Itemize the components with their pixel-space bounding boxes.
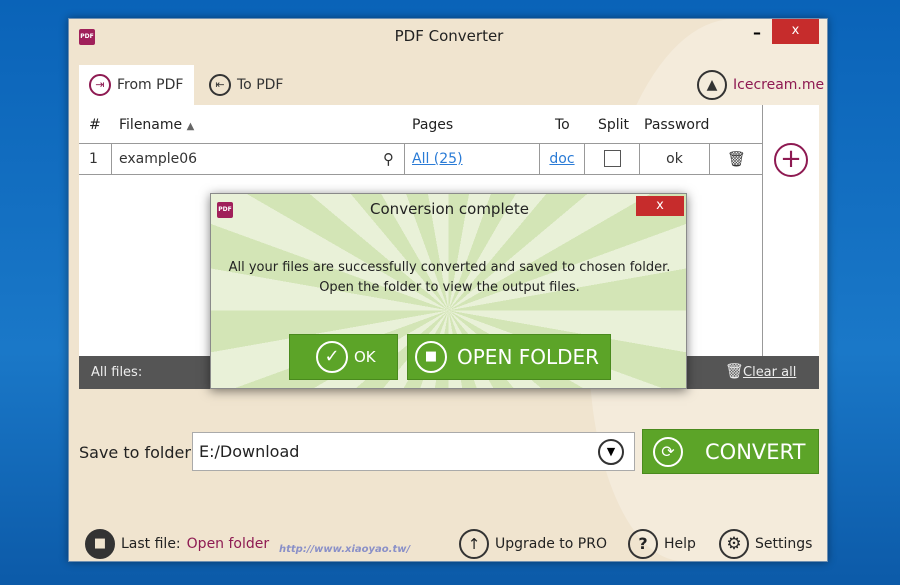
- settings-label: Settings: [755, 536, 813, 552]
- check-icon: ✓: [316, 341, 348, 373]
- pages-cell: All (25): [404, 144, 539, 174]
- upgrade-button[interactable]: ↑ Upgrade to PRO: [459, 529, 607, 559]
- save-folder-value: E:/Download: [199, 442, 300, 461]
- table-row: 1 example06 ⚲ All (25) doc ok 🗑: [79, 143, 763, 175]
- settings-button[interactable]: ⚙ Settings: [719, 529, 812, 559]
- password-cell[interactable]: ok: [639, 144, 709, 174]
- split-cell: [584, 144, 639, 174]
- dialog-title: Conversion complete: [370, 200, 529, 218]
- col-split: Split: [598, 117, 630, 133]
- convert-label: CONVERT: [705, 439, 806, 464]
- col-num: #: [89, 117, 101, 133]
- sort-asc-icon: ▲: [186, 121, 195, 132]
- conversion-dialog: PDF Conversion complete x All your files…: [210, 193, 687, 389]
- last-file-label: Last file:: [121, 536, 181, 552]
- tab-to-pdf[interactable]: ⇤ To PDF: [199, 65, 299, 105]
- all-files-label: All files:: [91, 365, 143, 380]
- last-file: ■ Last file: Open folder: [85, 529, 269, 559]
- open-folder-label: OPEN FOLDER: [457, 345, 600, 369]
- icecream-link[interactable]: ▲ Icecream.me: [687, 65, 827, 105]
- tab-from-pdf[interactable]: ⇥ From PDF: [79, 65, 194, 105]
- save-folder-label: Save to folder:: [79, 443, 197, 462]
- dialog-message-2: Open the folder to view the output files…: [319, 280, 580, 295]
- gear-icon: ⚙: [719, 529, 749, 559]
- open-folder-button[interactable]: ■ OPEN FOLDER: [407, 334, 611, 380]
- help-button[interactable]: ? Help: [628, 529, 696, 559]
- tab-label: From PDF: [117, 77, 184, 93]
- filename: example06: [119, 151, 198, 167]
- split-checkbox[interactable]: [604, 150, 621, 167]
- folder-icon: ■: [85, 529, 115, 559]
- to-cell: doc: [539, 144, 584, 174]
- close-button[interactable]: x: [772, 19, 819, 44]
- to-pdf-icon: ⇤: [209, 74, 231, 96]
- help-label: Help: [664, 536, 696, 552]
- col-filename-label: Filename: [119, 117, 183, 133]
- convert-button[interactable]: ⟳ CONVERT: [642, 429, 819, 474]
- open-last-folder-link[interactable]: Open folder: [187, 536, 269, 552]
- add-file-button[interactable]: +: [774, 143, 808, 177]
- row-num: 1: [89, 151, 98, 167]
- help-icon: ?: [628, 529, 658, 559]
- col-password: Password: [644, 117, 710, 133]
- col-pages: Pages: [412, 117, 454, 133]
- col-filename[interactable]: Filename ▲: [119, 117, 194, 133]
- window-title: PDF Converter: [394, 27, 504, 45]
- watermark: http://www.xiaoyao.tw/: [279, 544, 411, 555]
- trash-icon[interactable]: 🗑: [725, 362, 744, 380]
- trash-icon[interactable]: 🗑: [709, 144, 763, 174]
- ok-label: OK: [354, 348, 376, 366]
- brand-label: Icecream.me: [733, 77, 825, 93]
- from-pdf-icon: ⇥: [89, 74, 111, 96]
- icecream-icon: ▲: [697, 70, 727, 100]
- dialog-close-button[interactable]: x: [636, 196, 684, 216]
- dialog-message-1: All your files are successfully converte…: [228, 260, 671, 275]
- folder-icon: ■: [415, 341, 447, 373]
- upgrade-label: Upgrade to PRO: [495, 536, 607, 552]
- refresh-icon: ⟳: [653, 436, 683, 467]
- clear-all-link[interactable]: Clear all: [743, 365, 796, 380]
- save-folder-select[interactable]: E:/Download ▼: [192, 432, 635, 471]
- col-to: To: [555, 117, 570, 133]
- pages-link[interactable]: All (25): [412, 151, 463, 167]
- filename-cell[interactable]: example06 ⚲: [111, 144, 404, 174]
- arrow-up-icon: ↑: [459, 529, 489, 559]
- search-icon[interactable]: ⚲: [383, 144, 394, 174]
- chevron-down-icon[interactable]: ▼: [598, 439, 624, 465]
- format-link[interactable]: doc: [549, 151, 574, 167]
- tab-label: To PDF: [237, 77, 284, 93]
- minimize-button[interactable]: –: [753, 23, 761, 42]
- ok-button[interactable]: ✓ OK: [289, 334, 398, 380]
